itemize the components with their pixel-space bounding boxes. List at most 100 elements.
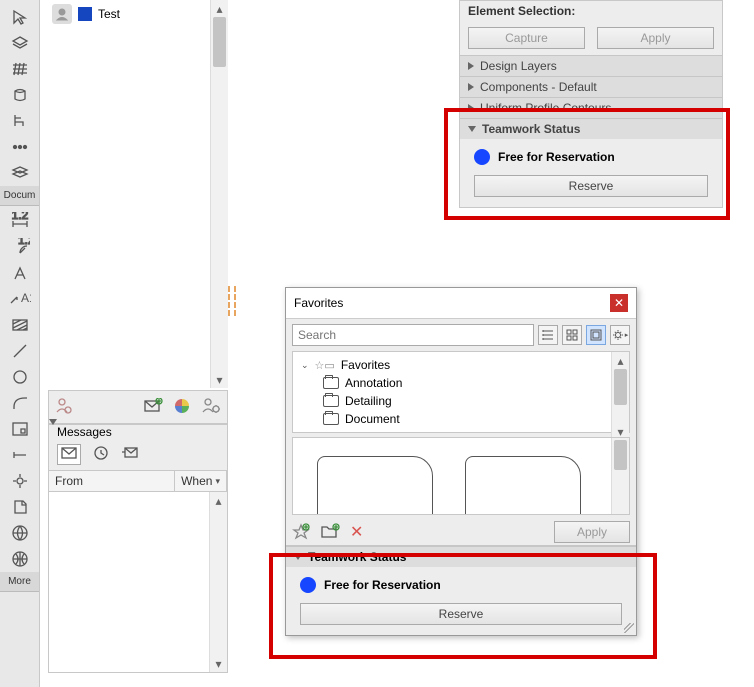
toolbar-section-more: More (0, 572, 39, 592)
close-button[interactable]: ✕ (610, 294, 628, 312)
messages-scrollbar[interactable]: ▴ ▾ (209, 492, 227, 672)
tool-line-icon[interactable] (2, 338, 38, 364)
scroll-up-arrow-icon[interactable]: ▴ (612, 352, 629, 369)
palette-drag-handle-icon[interactable] (228, 286, 236, 316)
sent-icon[interactable] (121, 446, 139, 463)
apply-button[interactable]: Apply (597, 27, 714, 49)
view-medium-icon[interactable] (562, 325, 582, 345)
add-folder-icon[interactable] (320, 523, 340, 542)
folder-icon (323, 377, 339, 389)
user-filter-icon[interactable] (55, 397, 73, 418)
favorites-preview (292, 437, 630, 515)
user-name: Test (98, 7, 120, 21)
tool-dim-radial-icon[interactable]: 1.2 (2, 234, 38, 260)
tool-chair-icon[interactable] (2, 108, 38, 134)
left-vertical-toolbar: Docum 1.2 1.2 A1 More (0, 0, 40, 687)
section-components-default[interactable]: Components - Default (460, 76, 722, 97)
toolbar-section-documents: Docum (0, 186, 39, 206)
users-action-strip (48, 390, 228, 424)
tool-circle-icon[interactable] (2, 364, 38, 390)
col-from[interactable]: From (49, 471, 175, 491)
pending-icon[interactable] (93, 445, 109, 464)
col-when-label: When (181, 474, 212, 488)
user-color-swatch (78, 7, 92, 21)
tree-item-document[interactable]: Document (293, 410, 629, 428)
highlight-box-1 (444, 108, 730, 220)
favorites-apply-button[interactable]: Apply (554, 521, 630, 543)
user-row[interactable]: Test (48, 0, 228, 28)
tree-item-detailing[interactable]: Detailing (293, 392, 629, 410)
tool-target-icon[interactable] (2, 468, 38, 494)
tool-drawing-icon[interactable] (2, 416, 38, 442)
scroll-down-arrow-icon[interactable]: ▾ (210, 655, 227, 672)
messages-panel-header[interactable]: Messages (49, 425, 227, 439)
new-message-icon[interactable] (143, 398, 163, 417)
scroll-thumb[interactable] (614, 369, 627, 405)
favorites-search-input[interactable] (292, 324, 534, 346)
tool-globe-icon[interactable] (2, 546, 38, 572)
scroll-thumb[interactable] (213, 17, 226, 67)
tool-sheet-icon[interactable] (2, 494, 38, 520)
scroll-down-arrow-icon[interactable]: ▾ (211, 371, 228, 388)
tool-stack-icon[interactable] (2, 160, 38, 186)
tool-dim-linear-icon[interactable]: 1.2 (2, 208, 38, 234)
collapse-triangle-icon (49, 419, 57, 439)
section-design-layers[interactable]: Design Layers (460, 55, 722, 76)
tree-scrollbar[interactable]: ▴ ▾ (611, 352, 629, 440)
add-favorite-icon[interactable] (292, 522, 310, 543)
tree-root-favorites[interactable]: ⌄ ☆▭ Favorites (293, 356, 629, 374)
svg-text:1.2: 1.2 (11, 212, 28, 222)
color-circle-icon[interactable] (173, 397, 191, 418)
user-avatar-icon (52, 4, 72, 24)
scroll-up-arrow-icon[interactable]: ▴ (211, 0, 228, 17)
tree-item-label: Document (345, 412, 400, 426)
tool-dim-point-icon[interactable] (2, 442, 38, 468)
sort-desc-icon: ▾ (215, 476, 220, 487)
scroll-thumb[interactable] (614, 440, 627, 470)
inbox-icon[interactable] (57, 444, 81, 465)
preview-scrollbar[interactable] (611, 438, 629, 515)
messages-list (49, 492, 227, 672)
tool-layers-icon[interactable] (2, 30, 38, 56)
tool-dots-icon[interactable] (2, 134, 38, 160)
highlight-box-2 (269, 553, 657, 659)
col-when[interactable]: When ▾ (175, 471, 227, 491)
favorites-title: Favorites (294, 296, 343, 310)
user-list-scrollbar[interactable]: ▴ ▾ (210, 0, 228, 388)
chevron-down-icon: ⌄ (301, 360, 309, 371)
tree-item-label: Annotation (345, 376, 402, 390)
big-folder-icon[interactable] (317, 456, 433, 515)
view-large-icon[interactable] (586, 325, 606, 345)
close-icon: ✕ (614, 296, 624, 310)
big-folder-icon[interactable] (465, 456, 581, 515)
view-list-icon[interactable] (538, 325, 558, 345)
tree-item-annotation[interactable]: Annotation (293, 374, 629, 392)
scroll-up-arrow-icon[interactable]: ▴ (210, 492, 227, 509)
tool-cylinder-icon[interactable] (2, 82, 38, 108)
tool-label-a1-icon[interactable]: A1 (2, 286, 38, 312)
svg-text:1.2: 1.2 (18, 238, 30, 247)
svg-text:A1: A1 (21, 291, 31, 305)
star-folder-icon: ☆▭ (315, 359, 335, 372)
tool-hatch-icon[interactable] (2, 312, 38, 338)
tool-cursor-icon[interactable] (2, 4, 38, 30)
capture-button[interactable]: Capture (468, 27, 585, 49)
tool-wireframe-icon[interactable] (2, 520, 38, 546)
chevron-down-icon: ▸ (625, 331, 629, 339)
user-settings-icon[interactable] (201, 397, 221, 418)
favorites-tree: ⌄ ☆▭ Favorites Annotation Detailing Docu… (292, 351, 630, 433)
expand-triangle-icon (468, 83, 474, 91)
tree-item-label: Detailing (345, 394, 392, 408)
user-list-panel: Test ▴ ▾ (48, 0, 228, 388)
tool-grid-icon[interactable] (2, 56, 38, 82)
tool-text-a-icon[interactable] (2, 260, 38, 286)
messages-panel: Messages From When ▾ ▴ ▾ (48, 424, 228, 673)
messages-columns-header: From When ▾ (49, 471, 227, 492)
delete-icon[interactable]: ✕ (350, 522, 363, 542)
folder-icon (323, 395, 339, 407)
favorites-settings-icon[interactable]: ▸ (610, 325, 630, 345)
element-selection-label: Element Selection: (460, 1, 722, 21)
tree-item-label: Favorites (341, 358, 390, 372)
favorites-titlebar[interactable]: Favorites ✕ (286, 288, 636, 319)
tool-arc-icon[interactable] (2, 390, 38, 416)
